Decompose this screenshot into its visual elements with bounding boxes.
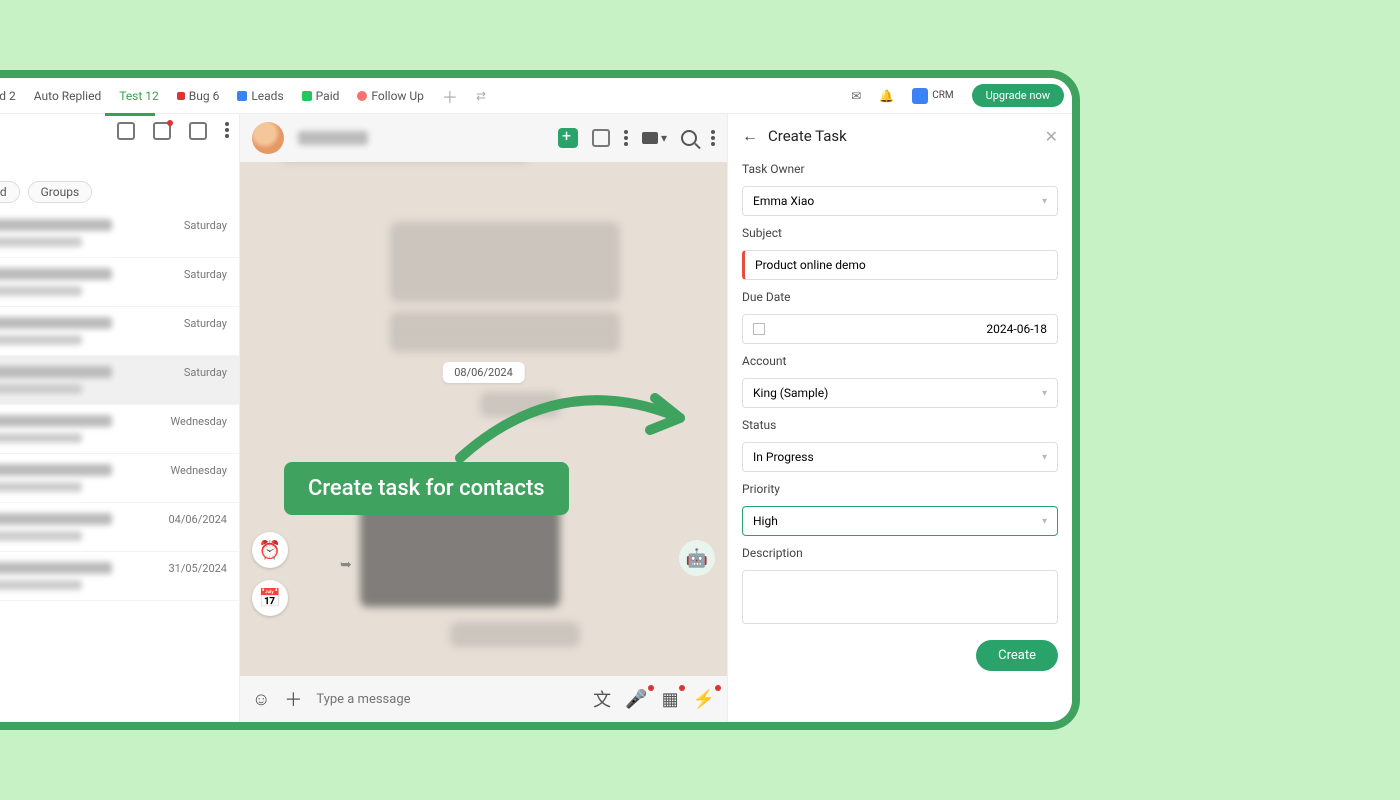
label-subject: Subject xyxy=(742,226,1058,240)
status-select[interactable]: In Progress▾ xyxy=(742,442,1058,472)
voice-icon[interactable]: 🎤 xyxy=(625,689,647,710)
forward-icon[interactable]: ➥ xyxy=(340,557,352,573)
label-due: Due Date xyxy=(742,290,1058,304)
create-task-panel: ← Create Task ✕ Task Owner Emma Xiao▾ Su… xyxy=(727,114,1072,722)
conv-timestamp: Saturday xyxy=(184,317,227,345)
message-composer: ☺ ＋ 文 🎤 ▦ ⚡ xyxy=(240,676,727,722)
back-arrow-icon[interactable]: ← xyxy=(742,126,758,146)
conversation-list: Saturday Saturday Saturday Saturday Wednesda… xyxy=(0,209,239,722)
conv-timestamp: 31/05/2024 xyxy=(168,562,227,590)
description-textarea[interactable] xyxy=(742,570,1058,624)
priority-select[interactable]: High▾ xyxy=(742,506,1058,536)
chat-menu-icon[interactable] xyxy=(711,130,715,146)
tab-auto-replied[interactable]: Auto Replied xyxy=(34,89,101,103)
message-input[interactable] xyxy=(316,692,579,707)
conversation-item[interactable]: Saturday xyxy=(0,209,239,258)
bot-fab[interactable]: 🤖 xyxy=(679,540,715,576)
tab-paid[interactable]: Paid xyxy=(302,89,340,103)
upgrade-button[interactable]: Upgrade now xyxy=(972,84,1064,107)
contact-name xyxy=(298,131,368,145)
callout-label: Create task for contacts xyxy=(284,462,569,515)
tab-test[interactable]: Test 12 xyxy=(119,89,159,103)
tab-follow-up[interactable]: Follow Up xyxy=(357,89,424,103)
chat-body: 08/06/2024 Create task for contacts ⏰ 📅 … xyxy=(240,162,727,676)
filter-read[interactable]: read xyxy=(0,181,20,203)
search-chat-icon[interactable] xyxy=(681,130,697,146)
calendar-fab[interactable]: 📅 xyxy=(252,580,288,616)
chevron-down-icon: ▾ xyxy=(1042,516,1047,527)
quick-reply-icon[interactable]: ⚡ xyxy=(693,689,715,710)
video-icon xyxy=(642,132,658,144)
calendar-icon xyxy=(753,323,765,335)
translate-icon[interactable]: 文 xyxy=(593,686,611,712)
account-select[interactable]: King (Sample)▾ xyxy=(742,378,1058,408)
tab-leads[interactable]: Leads xyxy=(237,89,283,103)
top-tabbar: Unread 2 Auto Replied Test 12 Bug 6 Lead… xyxy=(0,78,1072,114)
emoji-icon[interactable]: ☺ xyxy=(252,689,270,710)
bell-icon[interactable]: 🔔 xyxy=(879,89,894,103)
contact-avatar[interactable] xyxy=(252,122,284,154)
conversation-item[interactable]: Wednesday xyxy=(0,454,239,503)
conversation-item[interactable]: Saturday xyxy=(0,356,239,405)
conversation-item[interactable]: 31/05/2024 xyxy=(0,552,239,601)
chat-pane: ▾ 08/06/2024 Create task for contacts ⏰ … xyxy=(240,114,727,722)
search-input[interactable] xyxy=(0,154,229,169)
subject-input[interactable]: Product online demo xyxy=(742,250,1058,280)
label-owner: Task Owner xyxy=(742,162,1058,176)
tab-unread[interactable]: Unread 2 xyxy=(0,89,16,103)
template-icon[interactable]: ▦ xyxy=(662,689,679,710)
conv-timestamp: 04/06/2024 xyxy=(168,513,227,541)
create-button[interactable]: Create xyxy=(976,640,1058,671)
leads-icon xyxy=(237,91,247,101)
filter-groups[interactable]: Groups xyxy=(28,181,93,203)
label-priority: Priority xyxy=(742,482,1058,496)
app-frame: Unread 2 Auto Replied Test 12 Bug 6 Lead… xyxy=(0,70,1080,730)
add-tab-icon[interactable]: ＋ xyxy=(442,84,458,108)
due-date-input[interactable]: 2024-06-18 xyxy=(742,314,1058,344)
task-owner-select[interactable]: Emma Xiao▾ xyxy=(742,186,1058,216)
conversation-item[interactable]: Saturday xyxy=(0,258,239,307)
conv-timestamp: Saturday xyxy=(184,219,227,247)
create-note-icon[interactable] xyxy=(592,129,610,147)
chevron-down-icon: ▾ xyxy=(1042,196,1047,207)
conv-timestamp: Saturday xyxy=(184,268,227,296)
video-call-button[interactable]: ▾ xyxy=(642,131,667,145)
mail-icon[interactable]: ✉ xyxy=(851,89,861,103)
new-chat-icon[interactable] xyxy=(117,122,135,140)
tab-bug[interactable]: Bug 6 xyxy=(177,89,220,103)
crm-icon xyxy=(912,88,928,104)
label-account: Account xyxy=(742,354,1058,368)
conversation-item[interactable]: Saturday xyxy=(0,307,239,356)
bug-icon xyxy=(177,92,185,100)
conversation-item[interactable]: 04/06/2024 xyxy=(0,503,239,552)
tab-settings-icon[interactable]: ⇄ xyxy=(476,89,486,103)
sidebar-more-icon[interactable] xyxy=(225,122,229,138)
label-description: Description xyxy=(742,546,1058,560)
chat-more-icon[interactable] xyxy=(624,130,628,146)
close-icon[interactable]: ✕ xyxy=(1045,127,1058,146)
add-contact-icon[interactable] xyxy=(153,122,171,140)
attach-icon[interactable]: ＋ xyxy=(284,686,302,712)
conv-timestamp: Wednesday xyxy=(170,464,227,492)
crm-badge[interactable]: CRM xyxy=(912,88,953,104)
conv-timestamp: Saturday xyxy=(184,366,227,394)
chevron-down-icon: ▾ xyxy=(1042,388,1047,399)
chevron-down-icon: ▾ xyxy=(1042,452,1047,463)
add-task-icon[interactable] xyxy=(558,128,578,148)
archive-icon[interactable] xyxy=(189,122,207,140)
paid-icon xyxy=(302,91,312,101)
conv-timestamp: Wednesday xyxy=(170,415,227,443)
label-status: Status xyxy=(742,418,1058,432)
active-tab-underline xyxy=(105,113,155,116)
chat-header: ▾ xyxy=(240,114,727,162)
reminder-fab[interactable]: ⏰ xyxy=(252,532,288,568)
chat-date-pill: 08/06/2024 xyxy=(442,362,525,383)
conversation-item[interactable]: Wednesday xyxy=(0,405,239,454)
conversation-sidebar: read Groups SaturdaySaturdaySaturdaySatu… xyxy=(0,114,240,722)
panel-title: Create Task xyxy=(768,127,1035,145)
followup-icon xyxy=(357,91,367,101)
